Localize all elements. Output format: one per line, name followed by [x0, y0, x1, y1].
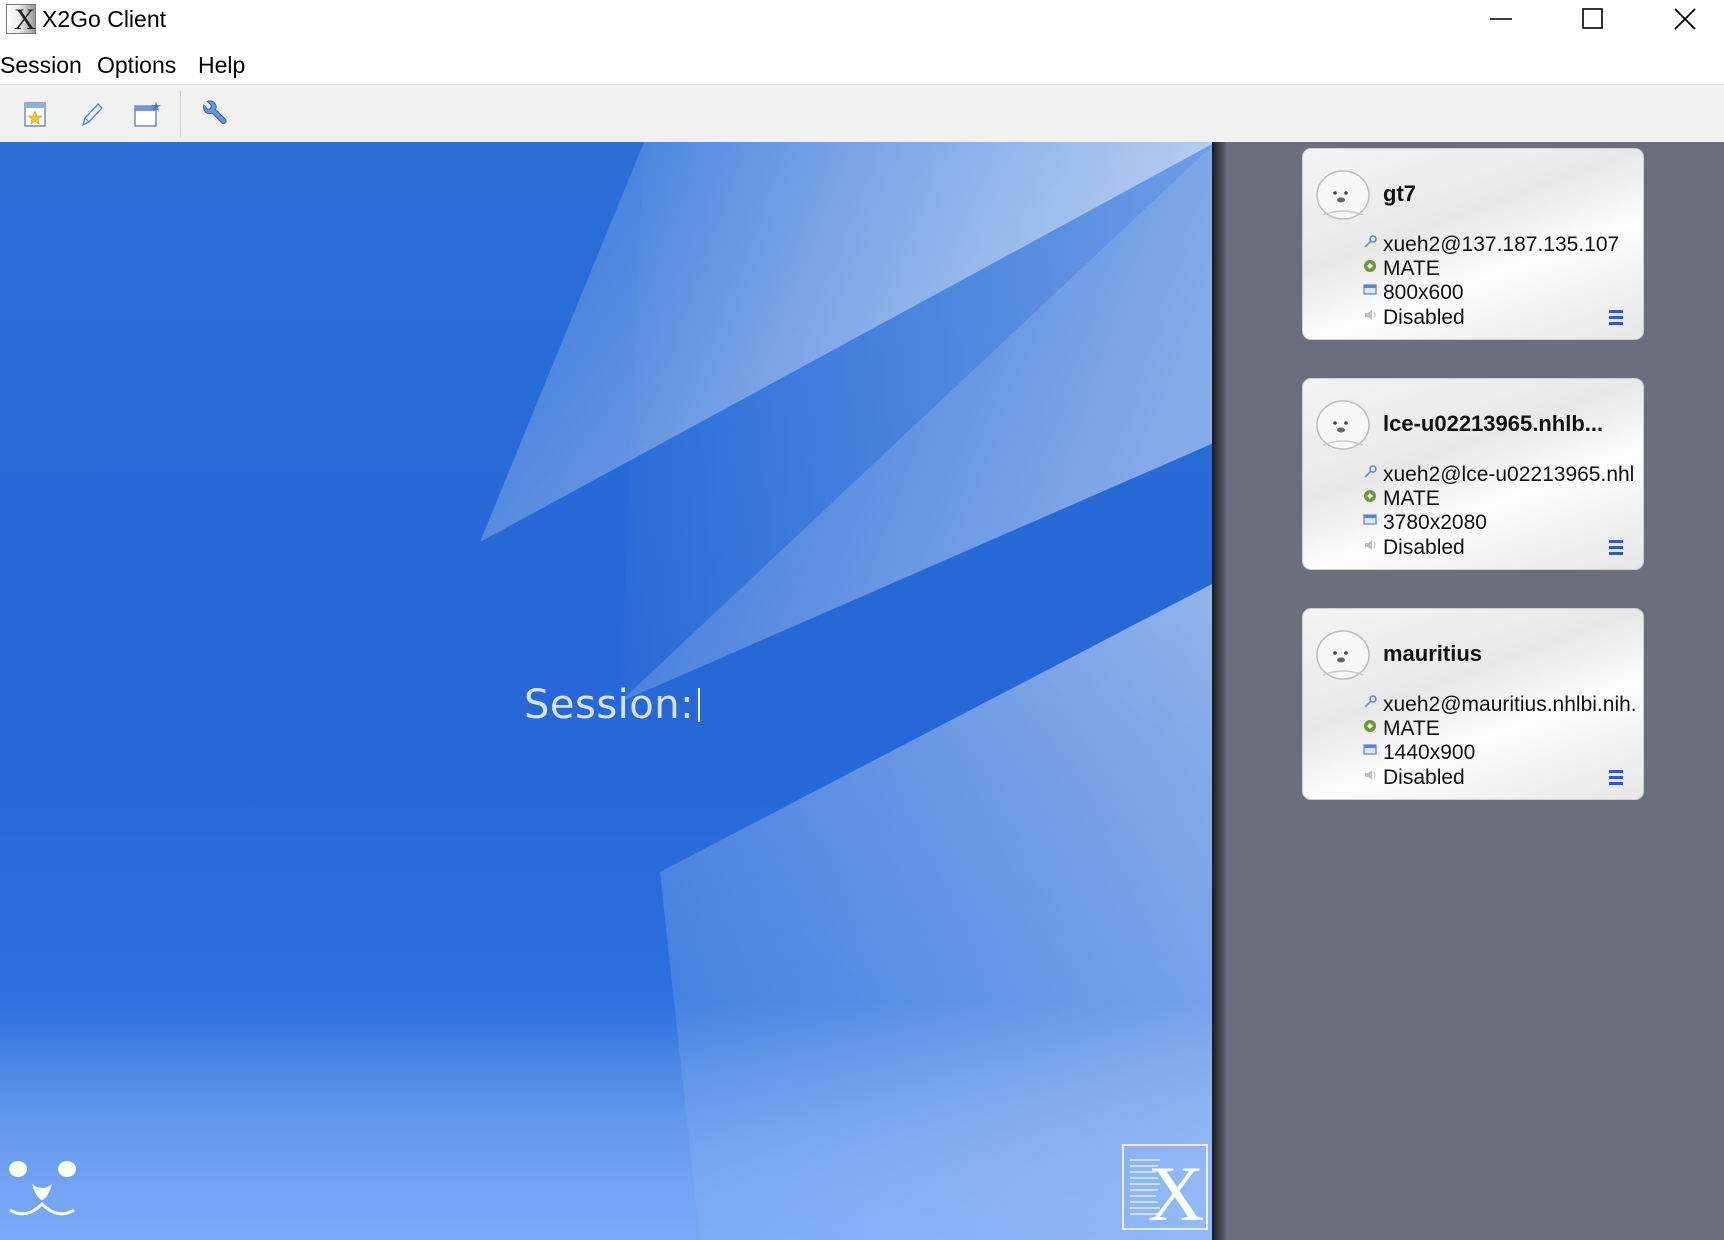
speaker-icon	[1365, 770, 1376, 780]
session-card-mauritius[interactable]: mauritius xueh2@mauritius.nhlbi.nih. MAT…	[1302, 608, 1644, 800]
desktop-env-icon	[1364, 260, 1376, 272]
session-desktop-row: MATE	[1363, 717, 1643, 741]
main-area: Session: X gt7 xueh2@137.187.135.107 MAT…	[0, 142, 1724, 1240]
seal-mascot-icon	[9, 1161, 76, 1216]
desktop-env-icon	[1364, 490, 1376, 502]
session-desktop-row: MATE	[1363, 257, 1643, 281]
new-session-icon	[24, 102, 46, 127]
wrench-icon	[202, 100, 227, 124]
svg-text:X: X	[1148, 1150, 1204, 1228]
edit-session-button[interactable]	[76, 99, 106, 129]
session-sound-row: Disabled	[1363, 536, 1643, 560]
new-session-button[interactable]	[20, 99, 50, 129]
seal-avatar-icon	[1316, 170, 1370, 220]
new-window-icon	[134, 101, 161, 127]
settings-button[interactable]	[198, 99, 228, 129]
seal-avatar-icon	[1316, 400, 1370, 450]
session-login-row: xueh2@137.187.135.107	[1363, 233, 1643, 257]
session-name: gt7	[1383, 181, 1416, 206]
menu-options[interactable]: Options	[97, 52, 176, 79]
session-resolution-row: 800x600	[1363, 281, 1643, 305]
session-resolution-row: 3780x2080	[1363, 511, 1643, 535]
menu-help[interactable]: Help	[198, 52, 245, 79]
close-icon	[1674, 8, 1696, 30]
display-icon	[1363, 284, 1377, 295]
close-button[interactable]	[1640, 0, 1724, 38]
toolbar-separator	[180, 91, 181, 137]
window-title: X2Go Client	[42, 6, 167, 32]
title-bar: X X2Go Client	[0, 0, 1724, 38]
session-desktop-row: MATE	[1363, 487, 1643, 511]
maximize-button[interactable]	[1548, 0, 1640, 38]
text-caret	[698, 688, 701, 722]
session-name: mauritius	[1383, 641, 1483, 666]
pencil-icon	[81, 103, 103, 127]
session-resolution-row: 1440x900	[1363, 741, 1643, 765]
menu-session[interactable]: Session	[0, 52, 82, 79]
session-sound-row: Disabled	[1363, 306, 1643, 330]
session-login-row: xueh2@mauritius.nhlbi.nih.	[1363, 693, 1643, 717]
toolbar	[0, 84, 1724, 142]
x2go-logo: X	[1122, 1144, 1208, 1237]
session-menu-button[interactable]	[1607, 539, 1625, 557]
session-card-lce[interactable]: lce-u02213965.nhlb... xueh2@lce-u0221396…	[1302, 378, 1644, 570]
session-menu-button[interactable]	[1607, 309, 1625, 327]
display-icon	[1363, 744, 1377, 755]
sessions-panel: gt7 xueh2@137.187.135.107 MATE 800x600 D…	[1226, 142, 1724, 1240]
key-icon	[1364, 465, 1377, 478]
seal-avatar-icon	[1316, 630, 1370, 680]
key-icon	[1364, 695, 1377, 708]
minimize-button[interactable]	[1456, 0, 1548, 38]
display-icon	[1363, 514, 1377, 525]
desktop-env-icon	[1364, 720, 1376, 732]
speaker-icon	[1365, 310, 1376, 320]
menu-bar: Session Options Help	[0, 50, 1724, 84]
minimize-icon	[1490, 18, 1512, 20]
key-icon	[1364, 235, 1377, 248]
session-name: lce-u02213965.nhlb...	[1383, 411, 1604, 436]
session-sound-row: Disabled	[1363, 766, 1643, 790]
session-label: Session:	[524, 682, 701, 728]
session-login-row: xueh2@lce-u02213965.nhl	[1363, 463, 1643, 487]
x2go-app-icon: X	[6, 3, 36, 36]
new-window-button[interactable]	[132, 99, 162, 129]
maximize-icon	[1582, 8, 1603, 29]
session-stage: Session: X	[0, 142, 1216, 1240]
speaker-icon	[1365, 540, 1376, 550]
session-card-gt7[interactable]: gt7 xueh2@137.187.135.107 MATE 800x600 D…	[1302, 148, 1644, 340]
session-menu-button[interactable]	[1607, 769, 1625, 787]
